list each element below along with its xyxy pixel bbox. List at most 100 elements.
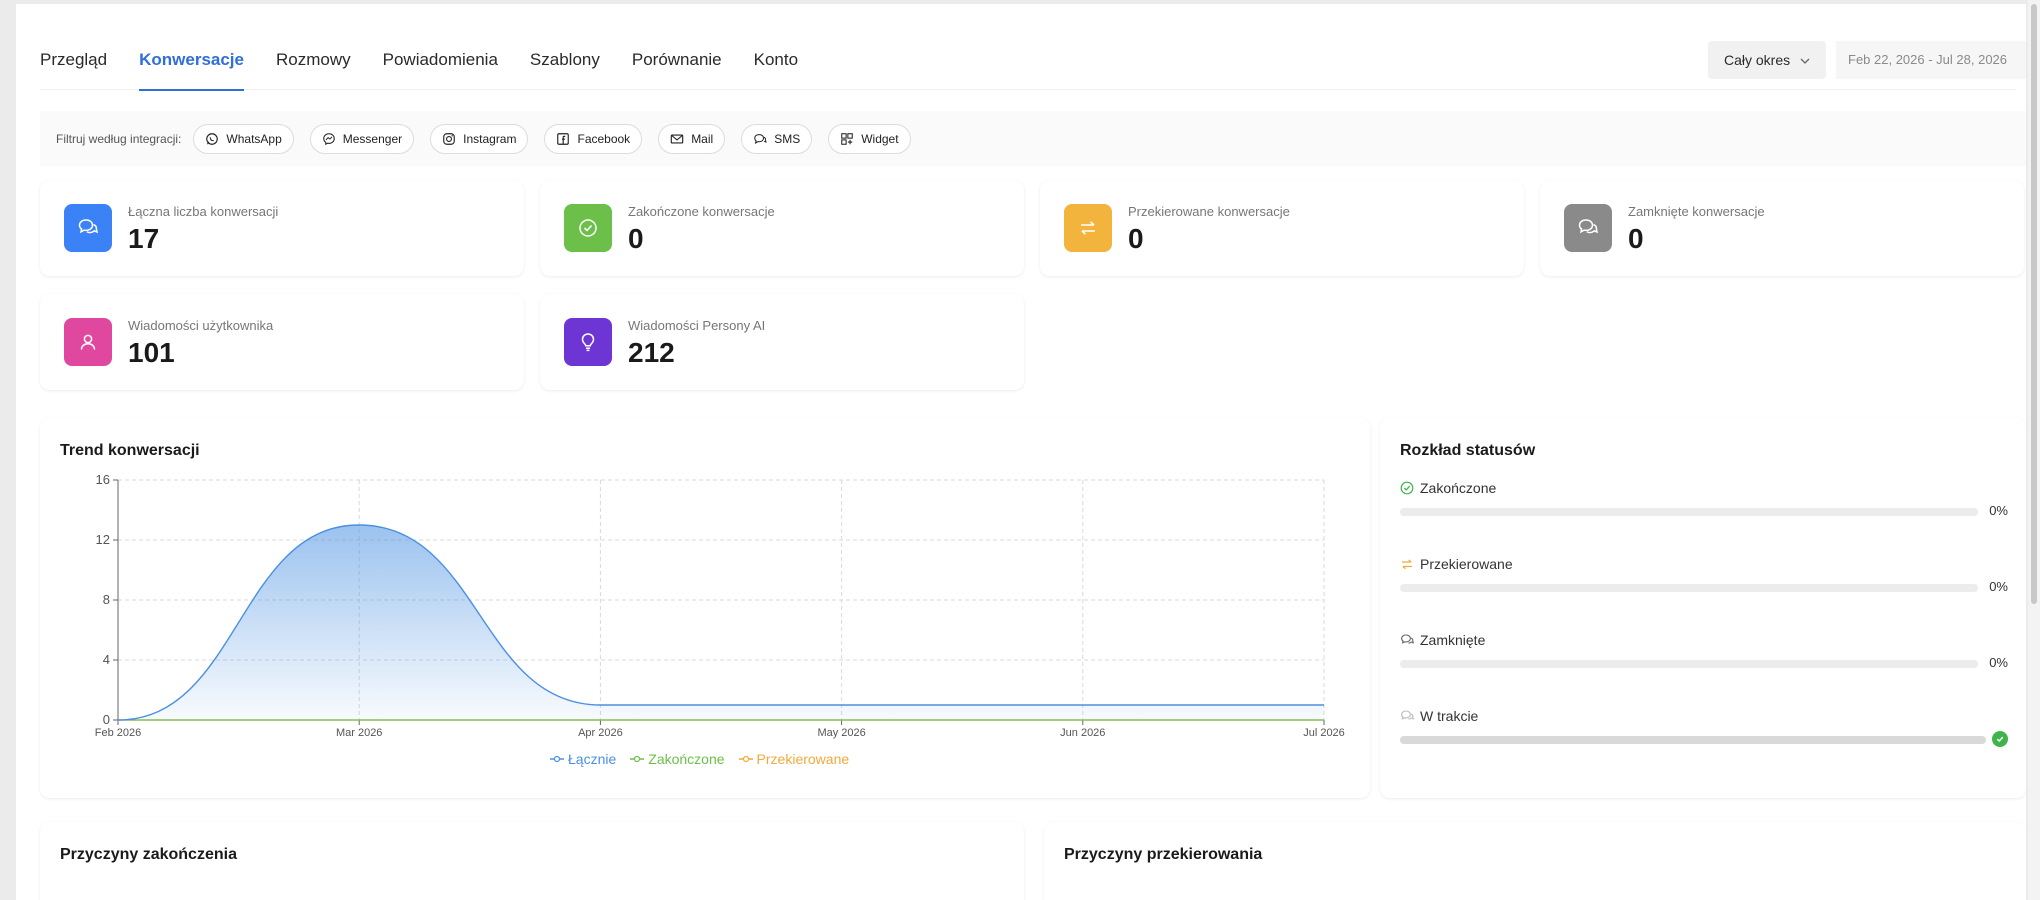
sms-icon [754, 133, 767, 144]
stat-label: Zakończone konwersacje [628, 204, 775, 219]
y-tick-label: 4 [103, 652, 110, 667]
messenger-icon [322, 132, 335, 145]
chip-widget[interactable]: Widget [828, 123, 911, 154]
legend-item-total[interactable]: Łącznie [550, 751, 616, 767]
stat-icon-bg [64, 318, 112, 366]
y-tick-label: 12 [96, 532, 110, 547]
legend-marker-icon [550, 755, 564, 763]
chip-label: SMS [774, 131, 801, 146]
chip-facebook[interactable]: Facebook [544, 123, 643, 154]
page: Przegląd Konwersacje Rozmowy Powiadomien… [16, 4, 2026, 900]
stat-label: Wiadomości Persony AI [628, 318, 766, 333]
mail-icon [670, 133, 684, 144]
tab-bar: Przegląd Konwersacje Rozmowy Powiadomien… [40, 34, 830, 91]
stat-card-total-conversations: Łączna liczba konwersacji 17 [40, 180, 524, 276]
period-label: Cały okres [1723, 52, 1791, 68]
chip-mail[interactable]: Mail [658, 123, 726, 154]
status-label: Zamknięte [1420, 632, 1486, 648]
status-percent: 0% [1989, 655, 2008, 670]
status-percent: 0% [1989, 579, 2008, 594]
x-tick-label: Jun 2026 [1060, 727, 1105, 739]
stat-label: Wiadomości użytkownika [128, 318, 274, 333]
chip-messenger[interactable]: Messenger [309, 123, 415, 154]
chip-label: Facebook [577, 131, 631, 146]
chip-sms[interactable]: SMS [741, 123, 813, 154]
status-head: Zakończone [1400, 478, 2008, 498]
chip-label: Messenger [342, 131, 403, 146]
check-circle-icon [579, 219, 597, 237]
transfer-arrows-icon [1402, 559, 1412, 570]
x-tick-label: May 2026 [817, 727, 865, 739]
x-tick-label: Jul 2026 [1303, 727, 1345, 739]
legend-item-completed[interactable]: Zakończone [630, 751, 725, 767]
stat-value: 0 [1128, 223, 1144, 254]
period-dropdown[interactable]: Cały okres [1708, 41, 1826, 79]
legend-item-redirected[interactable]: Przekierowane [738, 751, 850, 767]
transfer-arrows-icon [1081, 221, 1095, 235]
chip-whatsapp[interactable]: WhatsApp [193, 123, 294, 154]
whatsapp-icon [206, 132, 219, 145]
widget-icon [841, 132, 853, 145]
chat-bubbles-icon [78, 219, 99, 234]
end-reasons-card: Przyczyny zakończenia [40, 822, 1024, 900]
page-scrollbar[interactable] [2028, 0, 2040, 900]
x-tick-label: Mar 2026 [336, 727, 382, 739]
status-distribution-card: Rozkład statusów Zakończone 0% Przekiero… [1380, 418, 2026, 798]
stat-label: Przekierowane konwersacje [1128, 204, 1290, 219]
y-tick-label: 8 [103, 592, 110, 607]
stat-card-redirected-conversations: Przekierowane konwersacje 0 [1040, 180, 1524, 276]
facebook-icon [557, 132, 570, 145]
stat-card-user-messages: Wiadomości użytkownika 101 [40, 294, 524, 390]
chip-label: Mail [691, 131, 714, 146]
series-area-total [118, 525, 1324, 720]
tab-szablony[interactable]: Szablony [530, 34, 600, 90]
chip-label: Widget [861, 131, 899, 146]
status-label: Zakończone [1420, 480, 1497, 496]
stat-card-ai-persona-messages: Wiadomości Persony AI 212 [540, 294, 1024, 390]
stat-value: 17 [128, 223, 160, 254]
tab-porownanie[interactable]: Porównanie [632, 34, 722, 90]
trend-chart-card: Trend konwersacji 0 4 8 12 16 Feb 2026 Mar 202… [40, 418, 1370, 798]
tab-przeglad[interactable]: Przegląd [40, 34, 107, 90]
chat-closed-icon [1578, 219, 1599, 234]
scrollbar-thumb[interactable] [2031, 4, 2037, 604]
tab-rozmowy[interactable]: Rozmowy [276, 34, 351, 90]
status-bar [1400, 584, 1978, 592]
legend-label: Łącznie [568, 751, 617, 767]
chip-label: Instagram [463, 131, 517, 146]
chip-instagram[interactable]: Instagram [430, 123, 529, 154]
legend-label: Zakończone [648, 751, 725, 767]
chat-closed-icon [1401, 634, 1414, 644]
legend-marker-icon [630, 755, 645, 763]
x-tick-label: Apr 2026 [578, 727, 623, 739]
legend-label: Przekierowane [756, 751, 850, 767]
date-range-field[interactable]: Feb 22, 2026 - Jul 28, 2026 [1836, 41, 2026, 79]
tab-powiadomienia[interactable]: Powiadomienia [383, 34, 498, 90]
status-bar-fill [1400, 736, 1986, 744]
tab-konto[interactable]: Konto [754, 34, 798, 90]
status-distribution-title: Rozkład statusów [1400, 442, 1536, 459]
status-label: Przekierowane [1420, 556, 1513, 572]
redirect-reasons-title: Przyczyny przekierowania [1064, 846, 1263, 863]
lightbulb-icon [581, 333, 595, 352]
stat-icon-bg [1064, 204, 1112, 252]
status-row-in-progress: W trakcie [1400, 706, 2008, 747]
y-tick-label: 16 [96, 472, 110, 487]
x-tick-label: Feb 2026 [95, 727, 141, 739]
check-icon [1992, 731, 2008, 747]
tab-konwersacje[interactable]: Konwersacje [139, 34, 244, 91]
stat-icon-bg [64, 204, 112, 252]
check-circle-icon [1400, 481, 1414, 495]
status-bar [1400, 736, 1986, 744]
stat-icon-bg [564, 318, 612, 366]
status-row-redirected: Przekierowane 0% [1400, 554, 2008, 594]
status-bar [1400, 508, 1978, 516]
y-tick-label: 0 [103, 712, 110, 727]
status-head: Przekierowane [1400, 554, 2008, 574]
status-label: W trakcie [1420, 708, 1479, 724]
stat-value: 212 [628, 337, 675, 368]
status-row-completed: Zakończone 0% [1400, 478, 2008, 518]
chart-legend: Łącznie Zakończone Przekierowane [550, 751, 863, 767]
stat-label: Zamknięte konwersacje [1628, 204, 1765, 219]
stat-label: Łączna liczba konwersacji [128, 204, 279, 219]
